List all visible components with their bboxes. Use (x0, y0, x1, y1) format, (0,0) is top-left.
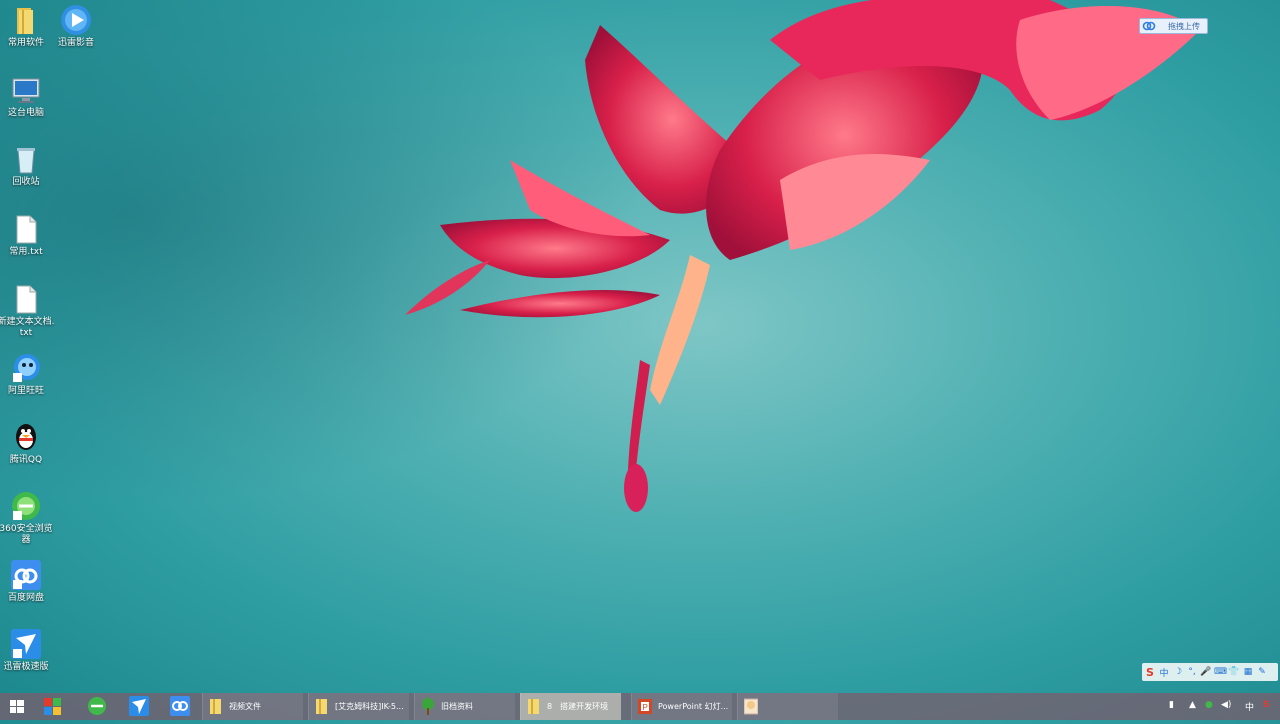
desktop-icon-label: 回收站 (12, 177, 40, 187)
show-hidden-icons-chevron-icon[interactable]: ▲ (1189, 700, 1196, 710)
desktop-icon-label: 新建文本文档.txt (0, 317, 55, 338)
pinned-360-browser[interactable] (82, 693, 112, 720)
desktop-icon-xunlei-express[interactable]: 迅雷极速版 (0, 628, 56, 673)
taskbar-window-label: 视频文件 (229, 702, 261, 711)
desktop-icon-common-txt[interactable]: 常用.txt (0, 213, 56, 258)
sogou-logo-icon[interactable]: S (1144, 666, 1156, 679)
xunlei-icon (10, 628, 42, 660)
wrench-icon[interactable]: ✎ (1256, 667, 1268, 677)
colorful-app-icon (44, 698, 61, 715)
taskbar-window-image-viewer[interactable] (737, 693, 838, 720)
pinned-app-1[interactable] (38, 693, 70, 720)
desktop-wallpaper (0, 0, 1280, 720)
xunlei-icon (129, 696, 149, 716)
pinned-xunlei[interactable] (124, 693, 154, 720)
tree-icon (422, 698, 434, 715)
browser-360-icon (10, 490, 42, 522)
taskbar-window-label: PowerPoint 幻灯... (658, 702, 729, 711)
ime-tray-indicator[interactable]: 中 (1245, 700, 1254, 713)
skin-icon[interactable]: 👕 (1228, 667, 1240, 677)
network-icon[interactable]: ● (1205, 700, 1213, 710)
system-tray: ▮ ▲ ● ◀) 中 S (1165, 693, 1280, 720)
keyboard-icon[interactable]: ⌨ (1214, 667, 1227, 677)
taskbar-window-old-docs[interactable]: 旧档资料 (414, 693, 515, 720)
aliwangwang-icon (10, 352, 42, 384)
qq-penguin-icon (10, 421, 42, 453)
sogou-tray-icon[interactable]: S (1263, 700, 1269, 710)
taskbar-window-powerpoint[interactable]: P PowerPoint 幻灯... (631, 693, 732, 720)
svg-text:P: P (643, 703, 648, 712)
microphone-icon[interactable]: 🎤 (1200, 667, 1212, 677)
desktop-icon-recycle-bin[interactable]: 回收站 (0, 143, 56, 188)
taskbar-window-ik-folder[interactable]: [艾克姆科技]IK-5... (308, 693, 409, 720)
pinned-baidu-netdisk[interactable] (165, 693, 195, 720)
punctuation-icon[interactable]: °, (1186, 667, 1198, 677)
text-file-icon (10, 213, 42, 245)
desktop-icon-tencent-qq[interactable]: 腾讯QQ (0, 421, 56, 466)
folder-icon (210, 699, 221, 714)
taskbar: 视频文件 [艾克姆科技]IK-5... 旧档资料 8 搭建开发环境 P Powe… (0, 693, 1280, 720)
desktop-icon-label: 迅雷影音 (57, 38, 94, 48)
browser-360-icon (88, 697, 106, 715)
desktop-icon-label: 腾讯QQ (9, 455, 43, 465)
ime-toolbar[interactable]: S 中 ☽ °, 🎤 ⌨ 👕 ▦ ✎ (1142, 663, 1278, 681)
desktop-icon-label: 迅雷极速版 (3, 662, 49, 672)
folder-icon (528, 699, 539, 714)
toolbox-icon[interactable]: ▦ (1242, 667, 1254, 677)
baidu-netdisk-icon (10, 559, 42, 591)
image-viewer-icon (744, 698, 758, 715)
desktop-icon-label: 百度网盘 (7, 593, 44, 603)
speaker-icon[interactable]: ◀) (1221, 700, 1231, 710)
text-file-icon (10, 283, 42, 315)
ime-mode-toggle[interactable]: 中 (1158, 666, 1170, 679)
taskbar-window-video-files[interactable]: 视频文件 (202, 693, 303, 720)
computer-icon (10, 74, 42, 106)
taskbar-window-label: 旧档资料 (441, 702, 473, 711)
desktop-icon-baidu-netdisk[interactable]: 百度网盘 (0, 559, 56, 604)
xunlei-player-icon (60, 4, 92, 36)
folder-icon (316, 699, 327, 714)
start-button[interactable] (0, 693, 34, 720)
powerpoint-icon: P (638, 699, 652, 714)
folder-icon (10, 4, 42, 36)
baidu-netdisk-icon (1142, 20, 1156, 32)
taskbar-window-label: 8 搭建开发环境 (547, 702, 609, 711)
desktop-icon-label: 360安全浏览器 (0, 524, 53, 545)
desktop-icon-360-browser[interactable]: 360安全浏览器 (0, 490, 56, 546)
taskbar-window-label: [艾克姆科技]IK-5... (335, 702, 404, 711)
desktop-icon-new-text-doc[interactable]: 新建文本文档.txt (0, 283, 56, 339)
drag-upload-button[interactable]: 拖拽上传 (1139, 18, 1208, 34)
battery-icon[interactable]: ▮ (1169, 700, 1174, 710)
desktop-icon-xunlei-player[interactable]: 迅雷影音 (46, 4, 106, 49)
half-moon-icon[interactable]: ☽ (1172, 667, 1184, 677)
recycle-bin-icon (10, 143, 42, 175)
desktop-icon-this-pc[interactable]: 这台电脑 (0, 74, 56, 119)
drag-upload-label: 拖拽上传 (1168, 22, 1200, 31)
windows-logo-icon (10, 700, 24, 713)
desktop-icon-label: 常用.txt (9, 247, 43, 257)
taskbar-window-dev-env[interactable]: 8 搭建开发环境 (520, 693, 621, 720)
desktop-icon-label: 这台电脑 (7, 108, 44, 118)
desktop-icon-aliwangwang[interactable]: 阿里旺旺 (0, 352, 56, 397)
desktop-icon-label: 阿里旺旺 (7, 386, 44, 396)
baidu-netdisk-icon (170, 696, 190, 716)
